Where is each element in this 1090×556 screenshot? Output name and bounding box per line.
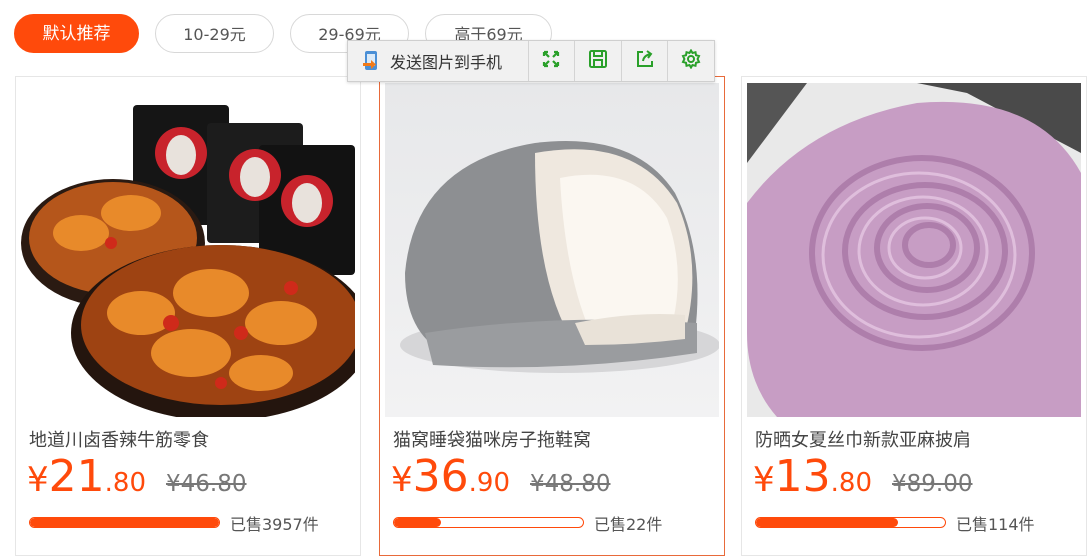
product-title[interactable]: 地道川卤香辣牛筋零食 — [29, 426, 209, 452]
settings-icon — [681, 48, 701, 73]
sold-count: 已售22件 — [594, 515, 663, 534]
price-decimal: .80 — [830, 468, 872, 498]
original-price: ¥48.80 — [530, 471, 611, 497]
expand-icon — [541, 49, 561, 73]
product-card[interactable]: 猫窝睡袋猫咪房子拖鞋窝 ¥36.90 ¥48.80 已售22件 — [379, 76, 725, 556]
sold-count: 已售3957件 — [230, 515, 319, 534]
share-button[interactable] — [622, 41, 669, 81]
sold-count: 已售114件 — [956, 515, 1035, 534]
sold-progress-fill — [30, 518, 219, 527]
save-button[interactable] — [575, 41, 622, 81]
product-price: ¥36.90 — [391, 451, 510, 502]
send-to-phone-button[interactable]: 发送图片到手机 — [348, 41, 529, 81]
original-price: ¥89.00 — [892, 471, 973, 497]
share-icon — [635, 49, 655, 73]
settings-button[interactable] — [668, 41, 714, 81]
sold-progress-fill — [756, 518, 898, 527]
product-card[interactable]: 防晒女夏丝巾新款亚麻披肩 ¥13.80 ¥89.00 已售114件 — [741, 76, 1087, 556]
price-decimal: .90 — [468, 468, 510, 498]
product-price: ¥21.80 — [27, 451, 146, 502]
product-image-beef-tendon[interactable] — [21, 83, 355, 417]
currency-symbol: ¥ — [391, 460, 413, 500]
product-title[interactable]: 猫窝睡袋猫咪房子拖鞋窝 — [393, 426, 591, 452]
currency-symbol: ¥ — [753, 460, 775, 500]
expand-button[interactable] — [529, 41, 576, 81]
sold-progress-bar — [29, 517, 220, 528]
price-integer: 36 — [412, 451, 469, 502]
sold-progress-bar — [755, 517, 946, 528]
image-toolbar: 发送图片到手机 — [347, 40, 715, 82]
price-integer: 13 — [774, 451, 831, 502]
product-image-scarf[interactable] — [747, 83, 1081, 417]
filter-10-29[interactable]: 10-29元 — [155, 14, 274, 53]
price-integer: 21 — [48, 451, 105, 502]
sold-progress-bar — [393, 517, 584, 528]
product-price: ¥13.80 — [753, 451, 872, 502]
send-to-phone-icon — [362, 50, 382, 72]
save-icon — [588, 49, 608, 73]
filter-default-recommend[interactable]: 默认推荐 — [14, 14, 139, 53]
send-to-phone-label: 发送图片到手机 — [390, 53, 503, 72]
product-title[interactable]: 防晒女夏丝巾新款亚麻披肩 — [755, 426, 971, 452]
product-card[interactable]: 地道川卤香辣牛筋零食 ¥21.80 ¥46.80 已售3957件 — [15, 76, 361, 556]
product-image-cat-bed[interactable] — [385, 83, 719, 417]
price-decimal: .80 — [104, 468, 146, 498]
currency-symbol: ¥ — [27, 460, 49, 500]
sold-progress-fill — [394, 518, 442, 527]
original-price: ¥46.80 — [166, 471, 247, 497]
